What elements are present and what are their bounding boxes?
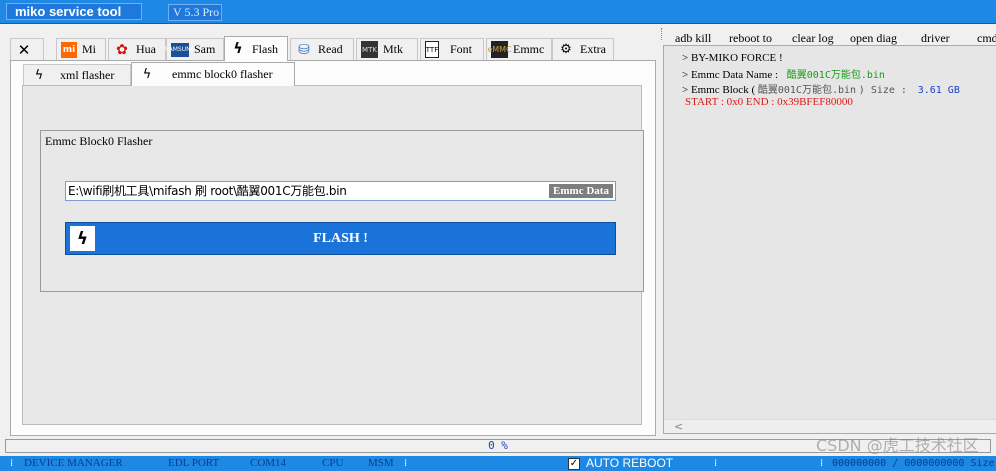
chip-icon: MTK <box>361 41 378 58</box>
right-toolbar: adb kill reboot to clear log open diag d… <box>666 28 996 46</box>
com-port-value: COM14 <box>250 457 287 469</box>
tab-label: Sam <box>194 42 216 56</box>
emmc-data-button[interactable]: Emmc Data <box>549 184 613 198</box>
log-value: 酷翼001C万能包.bin <box>786 70 885 81</box>
open-diag-button[interactable]: open diag <box>850 31 897 46</box>
subtab-emmc-block0-flasher[interactable]: ϟ emmc block0 flasher <box>131 62 295 86</box>
log-line: > BY-MIKO FORCE ! <box>682 52 783 64</box>
lightning-icon: ϟ <box>233 41 243 57</box>
watermark: CSDN @虎工技术社区 <box>816 436 979 455</box>
subtab-xml-flasher[interactable]: ϟ xml flasher <box>23 64 131 85</box>
huawei-logo-icon: ✿ <box>116 41 128 58</box>
file-path-input[interactable]: E:\wifi刷机工具\mifash 刷 root\酷翼001C万能包.bin … <box>65 181 616 201</box>
log-line: > Emmc Block ( 酷翼001C万能包.bin ) Size : 3.… <box>682 81 960 96</box>
app-version: V 5.3 Pro <box>168 4 222 21</box>
group-title: Emmc Block0 Flasher <box>45 134 153 148</box>
tab-label: Extra <box>580 42 606 56</box>
subtab-label: xml flasher <box>60 67 115 82</box>
tab-font[interactable]: TTF Font <box>420 38 484 60</box>
database-icon: ⛁ <box>298 41 310 58</box>
lightning-icon: ϟ <box>142 67 152 82</box>
xiaomi-logo-icon: mi <box>61 41 77 58</box>
log-value: 酷翼001C万能包.bin <box>757 85 857 96</box>
scroll-left-icon[interactable]: < <box>674 420 683 433</box>
adb-kill-button[interactable]: adb kill <box>675 31 711 46</box>
flash-button[interactable]: ϟ FLASH ! <box>65 222 616 255</box>
gears-icon: ⚙ <box>560 42 572 57</box>
log-line: START : 0x0 END : 0x39BFEF80000 <box>685 96 853 108</box>
driver-button[interactable]: driver <box>921 31 950 46</box>
auto-reboot-toggle[interactable]: ✓ AUTO REBOOT <box>568 457 673 470</box>
title-bar: miko service tool V 5.3 Pro <box>0 0 996 24</box>
auto-reboot-checkbox[interactable]: ✓ <box>568 457 580 470</box>
log-line: > Emmc Data Name : 酷翼001C万能包.bin <box>682 66 885 81</box>
tab-label: Mi <box>82 42 97 56</box>
lightning-icon: ϟ <box>70 226 95 251</box>
log-panel[interactable]: > BY-MIKO FORCE ! > Emmc Data Name : 酷翼0… <box>663 45 996 434</box>
app-title: miko service tool <box>6 3 142 20</box>
grip-icon: ⁞ <box>404 458 408 469</box>
cmd-button[interactable]: cmd <box>977 31 996 46</box>
auto-reboot-label: AUTO REBOOT <box>586 456 674 470</box>
panel-divider <box>661 28 662 40</box>
log-size: 3.61 GB <box>917 85 960 96</box>
subtab-label: emmc block0 flasher <box>172 67 273 81</box>
tab-label: Hua <box>136 42 156 56</box>
log-label: > Emmc Data Name : <box>682 69 779 81</box>
edl-port-label: EDL PORT <box>168 457 220 469</box>
tab-label: Mtk <box>383 42 404 56</box>
emmc-block0-flasher-group: Emmc Block0 Flasher E:\wifi刷机工具\mifash 刷… <box>40 130 644 292</box>
lightning-icon: ϟ <box>34 67 44 83</box>
clear-log-button[interactable]: clear log <box>792 31 834 46</box>
status-bar: ⁞ DEVICE MANAGER EDL PORT COM14 CPU MSM … <box>0 456 996 471</box>
flash-button-label: FLASH ! <box>313 230 368 246</box>
horizontal-scrollbar[interactable]: < <box>664 419 996 433</box>
tab-read[interactable]: ⛁ Read <box>290 38 354 60</box>
tab-tools[interactable]: ✕ <box>10 38 44 60</box>
flash-tab-panel: ϟ xml flasher ϟ emmc block0 flasher Emmc… <box>10 60 656 436</box>
tab-label: Font <box>450 42 473 56</box>
tab-mtk[interactable]: MTK Mtk <box>356 38 418 60</box>
tab-emmc[interactable]: eMMC Emmc <box>486 38 552 60</box>
tab-label: Read <box>318 42 343 56</box>
samsung-logo-icon: SAMSUNG <box>165 42 195 57</box>
tab-label: Emmc <box>513 42 545 56</box>
ttf-file-icon: TTF <box>425 41 439 58</box>
wrench-screwdriver-icon: ✕ <box>17 40 31 59</box>
cpu-label: CPU <box>322 457 344 469</box>
tab-hua[interactable]: ✿ Hua <box>108 38 166 60</box>
device-manager-button[interactable]: DEVICE MANAGER <box>24 457 123 470</box>
grip-icon: ⁞ <box>10 458 14 469</box>
tab-extra[interactable]: ⚙ Extra <box>552 38 614 60</box>
log-label: > Emmc Block ( <box>682 84 756 96</box>
tab-sam[interactable]: SAMSUNG Sam <box>165 38 224 60</box>
grip-icon: ⁞ <box>820 458 824 469</box>
tab-mi[interactable]: mi Mi <box>56 38 106 60</box>
size-counter: 000000000 / 0000000000 Size <box>832 458 995 469</box>
reboot-to-button[interactable]: reboot to <box>729 31 772 46</box>
grip-icon: ⁞ <box>714 458 718 469</box>
tab-flash[interactable]: ϟ Flash <box>224 36 288 61</box>
msm-value: MSM <box>368 457 394 469</box>
file-path-text: E:\wifi刷机工具\mifash 刷 root\酷翼001C万能包.bin <box>68 184 347 198</box>
log-label: ) Size : <box>858 85 907 96</box>
tab-label: Flash <box>252 41 279 56</box>
emmc-chip-icon: eMMC <box>487 41 512 58</box>
subtab-content: Emmc Block0 Flasher E:\wifi刷机工具\mifash 刷… <box>22 85 644 425</box>
